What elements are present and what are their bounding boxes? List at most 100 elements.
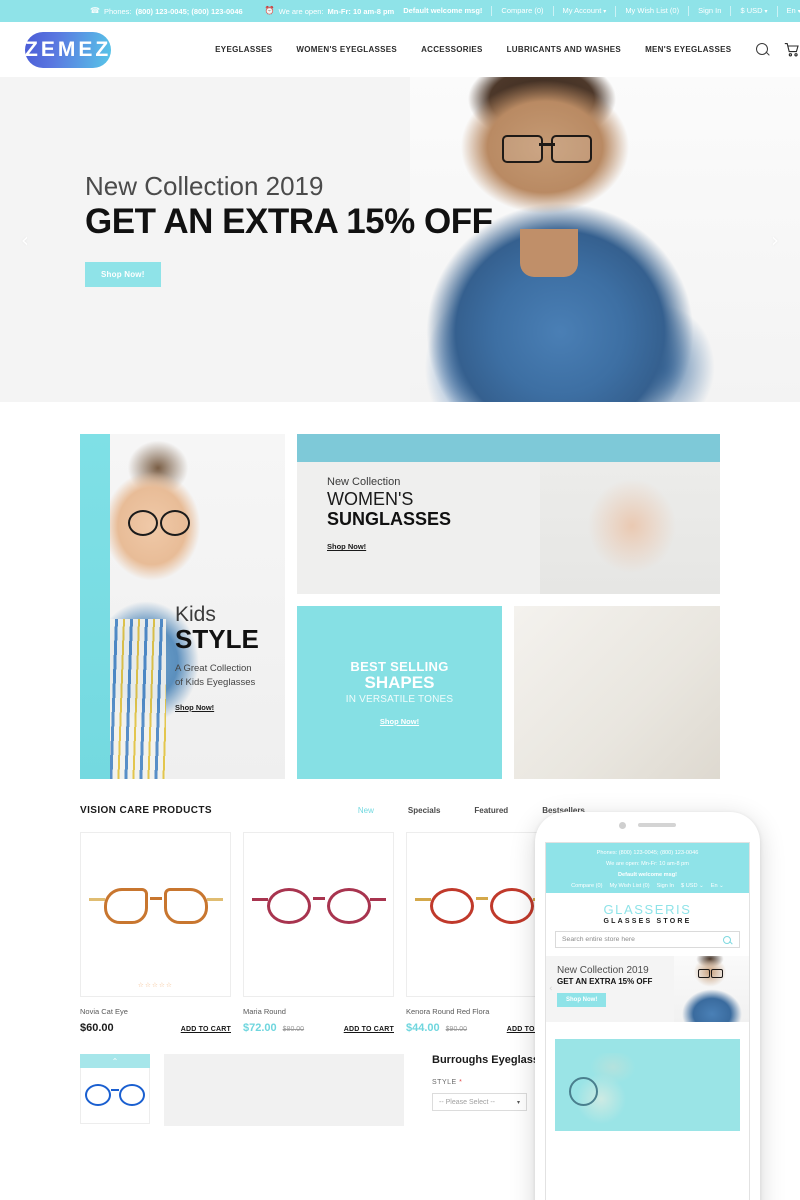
thumbnail-up-arrow-icon[interactable]: ⌃ xyxy=(80,1054,150,1068)
phone-search-input[interactable]: Search entire store here xyxy=(555,931,740,948)
header-actions: 0 My Cart xyxy=(755,41,800,59)
nav-item-accessories[interactable]: ACCESSORIES xyxy=(421,45,483,54)
clock-icon: ⏰ xyxy=(264,6,275,15)
hero-prev-arrow-icon[interactable]: ‹ xyxy=(14,228,36,252)
hero-title: GET AN EXTRA 15% OFF xyxy=(85,201,493,241)
hero-shop-now-button[interactable]: Shop Now! xyxy=(85,262,161,288)
product-price: $60.00 xyxy=(80,1022,114,1034)
add-to-cart-button[interactable]: ADD TO CART xyxy=(181,1026,231,1033)
product-image[interactable]: ☆☆☆☆☆ xyxy=(80,832,231,997)
glasses-icon xyxy=(414,887,549,928)
required-mark: * xyxy=(459,1079,463,1086)
best-banner-line2: SHAPES xyxy=(364,673,435,693)
best-banner-line1: BEST SELLING xyxy=(350,659,449,675)
phone-spacer xyxy=(546,1022,749,1039)
glasses-icon xyxy=(85,1083,145,1108)
topbar-hours-value: Mn-Fr: 10 am-8 pm xyxy=(327,6,395,16)
glasses-icon xyxy=(569,1077,607,1106)
product-price: $72.00 xyxy=(243,1022,277,1034)
promo-banner-third[interactable] xyxy=(514,606,720,779)
topbar-contact-group: ☎ Phones: (800) 123-0045; (800) 123-0046… xyxy=(90,7,394,16)
tab-featured[interactable]: Featured xyxy=(474,806,508,815)
women-banner-line1: New Collection xyxy=(327,476,401,488)
women-shop-now-link[interactable]: Shop Now! xyxy=(327,542,366,551)
phone-hero-subtitle: New Collection 2019 xyxy=(557,965,649,976)
thumbnail-gallery: ⌃ xyxy=(80,1054,150,1126)
topbar-link-sign-in[interactable]: Sign In xyxy=(689,6,732,16)
product-old-price: $90.00 xyxy=(445,1026,468,1033)
women-banner-top-band xyxy=(297,434,720,462)
tab-specials[interactable]: Specials xyxy=(408,806,440,815)
topbar-link-my-account[interactable]: My Account ▾ xyxy=(554,5,617,17)
phone-welcome-message: Default welcome msg! xyxy=(617,872,678,878)
phone-hero-shop-now-button[interactable]: Shop Now! xyxy=(557,992,607,1007)
product-name: Maria Round xyxy=(243,1007,286,1016)
page-title: VISION CARE PRODUCTS xyxy=(80,805,212,816)
glasses-icon xyxy=(251,887,386,928)
glasses-icon xyxy=(88,887,223,928)
phone-brand-subtitle: GLASSES STORE xyxy=(603,918,692,925)
phone-topbar-hours: We are open: Mn-Fr: 10 am-8 pm xyxy=(606,861,689,867)
site-header: ZEMEZ EYEGLASSES WOMEN'S EYEGLASSES ACCE… xyxy=(0,22,800,77)
product-price: $44.00 xyxy=(406,1022,440,1034)
site-logo[interactable]: ZEMEZ xyxy=(25,31,112,68)
kids-banner-description: A Great Collection of Kids Eyeglasses xyxy=(175,663,256,689)
product-main-image[interactable] xyxy=(164,1054,404,1126)
thumbnail-item[interactable] xyxy=(80,1068,150,1124)
product-card[interactable]: ☆☆☆☆☆ Novia Cat Eye $60.00 ADD TO CART xyxy=(80,832,231,1034)
phone-topbar-phone: Phones: (800) 123-0045; (800) 123-0046 xyxy=(596,850,699,856)
product-image[interactable] xyxy=(243,832,394,997)
nav-item-womens-eyeglasses[interactable]: WOMEN'S EYEGLASSES xyxy=(296,45,397,54)
cart-icon xyxy=(784,42,800,58)
product-card[interactable]: Maria Round $72.00 $80.00 ADD TO CART xyxy=(243,832,394,1034)
phone-hero-prev-arrow-icon[interactable]: ‹ xyxy=(549,984,553,994)
hero-next-arrow-icon[interactable]: › xyxy=(764,228,786,252)
phone-hero-slider: New Collection 2019 GET AN EXTRA 15% OFF… xyxy=(546,956,749,1022)
topbar-links-group: Default welcome msg! Compare (0) My Acco… xyxy=(394,5,800,17)
phone-currency-switcher[interactable]: $ USD ⌄ xyxy=(681,883,704,889)
phone-promo-banner[interactable] xyxy=(555,1039,740,1131)
topbar-phone-value: (800) 123-0045; (800) 123-0046 xyxy=(135,6,243,16)
hero-slider: New Collection 2019 GET AN EXTRA 15% OFF… xyxy=(0,77,800,402)
style-select[interactable]: -- Please Select -- ▾ xyxy=(432,1093,527,1111)
phone-link-wish-list[interactable]: My Wish List (0) xyxy=(610,883,650,889)
hero-content: New Collection 2019 GET AN EXTRA 15% OFF… xyxy=(0,77,800,288)
glasses-icon xyxy=(128,510,190,536)
product-name: Novia Cat Eye xyxy=(80,1007,128,1016)
search-icon[interactable] xyxy=(723,936,732,945)
women-banner-line2: WOMEN'S xyxy=(327,489,414,509)
cart-button[interactable]: 0 My Cart xyxy=(784,41,800,59)
phone-brand-name: GLASSERIS xyxy=(603,902,692,917)
chevron-down-icon: ▾ xyxy=(516,1099,520,1106)
rating-stars: ☆☆☆☆☆ xyxy=(137,982,174,989)
topbar-language-switcher[interactable]: En ▾ xyxy=(778,6,800,17)
utility-top-bar: ☎ Phones: (800) 123-0045; (800) 123-0046… xyxy=(0,0,800,22)
best-shop-now-link[interactable]: Shop Now! xyxy=(380,717,419,726)
search-icon[interactable] xyxy=(755,42,769,58)
phone-search-placeholder: Search entire store here xyxy=(562,936,635,943)
best-banner-line3: IN VERSATILE TONES xyxy=(345,693,454,705)
tab-new[interactable]: New xyxy=(358,806,374,815)
nav-item-lubricants-and-washes[interactable]: LUBRICANTS AND WASHES xyxy=(507,45,621,54)
phone-icon: ☎ xyxy=(90,6,100,15)
topbar-hours: ⏰ We are open: Mn-Fr: 10 am-8 pm xyxy=(265,7,395,16)
phone-brand-block: GLASSERIS GLASSES STORE xyxy=(546,893,749,931)
phone-utility-bar: Phones: (800) 123-0045; (800) 123-0046 W… xyxy=(546,843,749,893)
kids-shop-now-link[interactable]: Shop Now! xyxy=(175,703,214,712)
promo-banner-best-selling[interactable]: BEST SELLING SHAPES IN VERSATILE TONES S… xyxy=(297,606,502,779)
add-to-cart-button[interactable]: ADD TO CART xyxy=(344,1026,394,1033)
phone-link-sign-in[interactable]: Sign In xyxy=(657,883,674,889)
nav-item-eyeglasses[interactable]: EYEGLASSES xyxy=(215,45,272,54)
women-banner-line3: SUNGLASSES xyxy=(327,509,452,530)
phone-language-switcher[interactable]: En ⌄ xyxy=(711,883,724,889)
topbar-link-compare[interactable]: Compare (0) xyxy=(492,6,554,16)
topbar-link-wish-list[interactable]: My Wish List (0) xyxy=(616,6,690,16)
topbar-currency-switcher[interactable]: $ USD ▾ xyxy=(731,5,778,17)
nav-item-mens-eyeglasses[interactable]: MEN'S EYEGLASSES xyxy=(645,45,731,54)
phone-link-compare[interactable]: Compare (0) xyxy=(571,883,602,889)
phone-top-bezel xyxy=(535,812,760,838)
hero-subtitle: New Collection 2019 xyxy=(85,171,324,201)
promo-banner-womens-sunglasses[interactable]: New Collection WOMEN'S SUNGLASSES Shop N… xyxy=(297,434,720,594)
kids-shirt-pattern xyxy=(110,619,166,779)
promo-banner-kids[interactable]: Kids STYLE A Great Collection of Kids Ey… xyxy=(80,434,285,779)
